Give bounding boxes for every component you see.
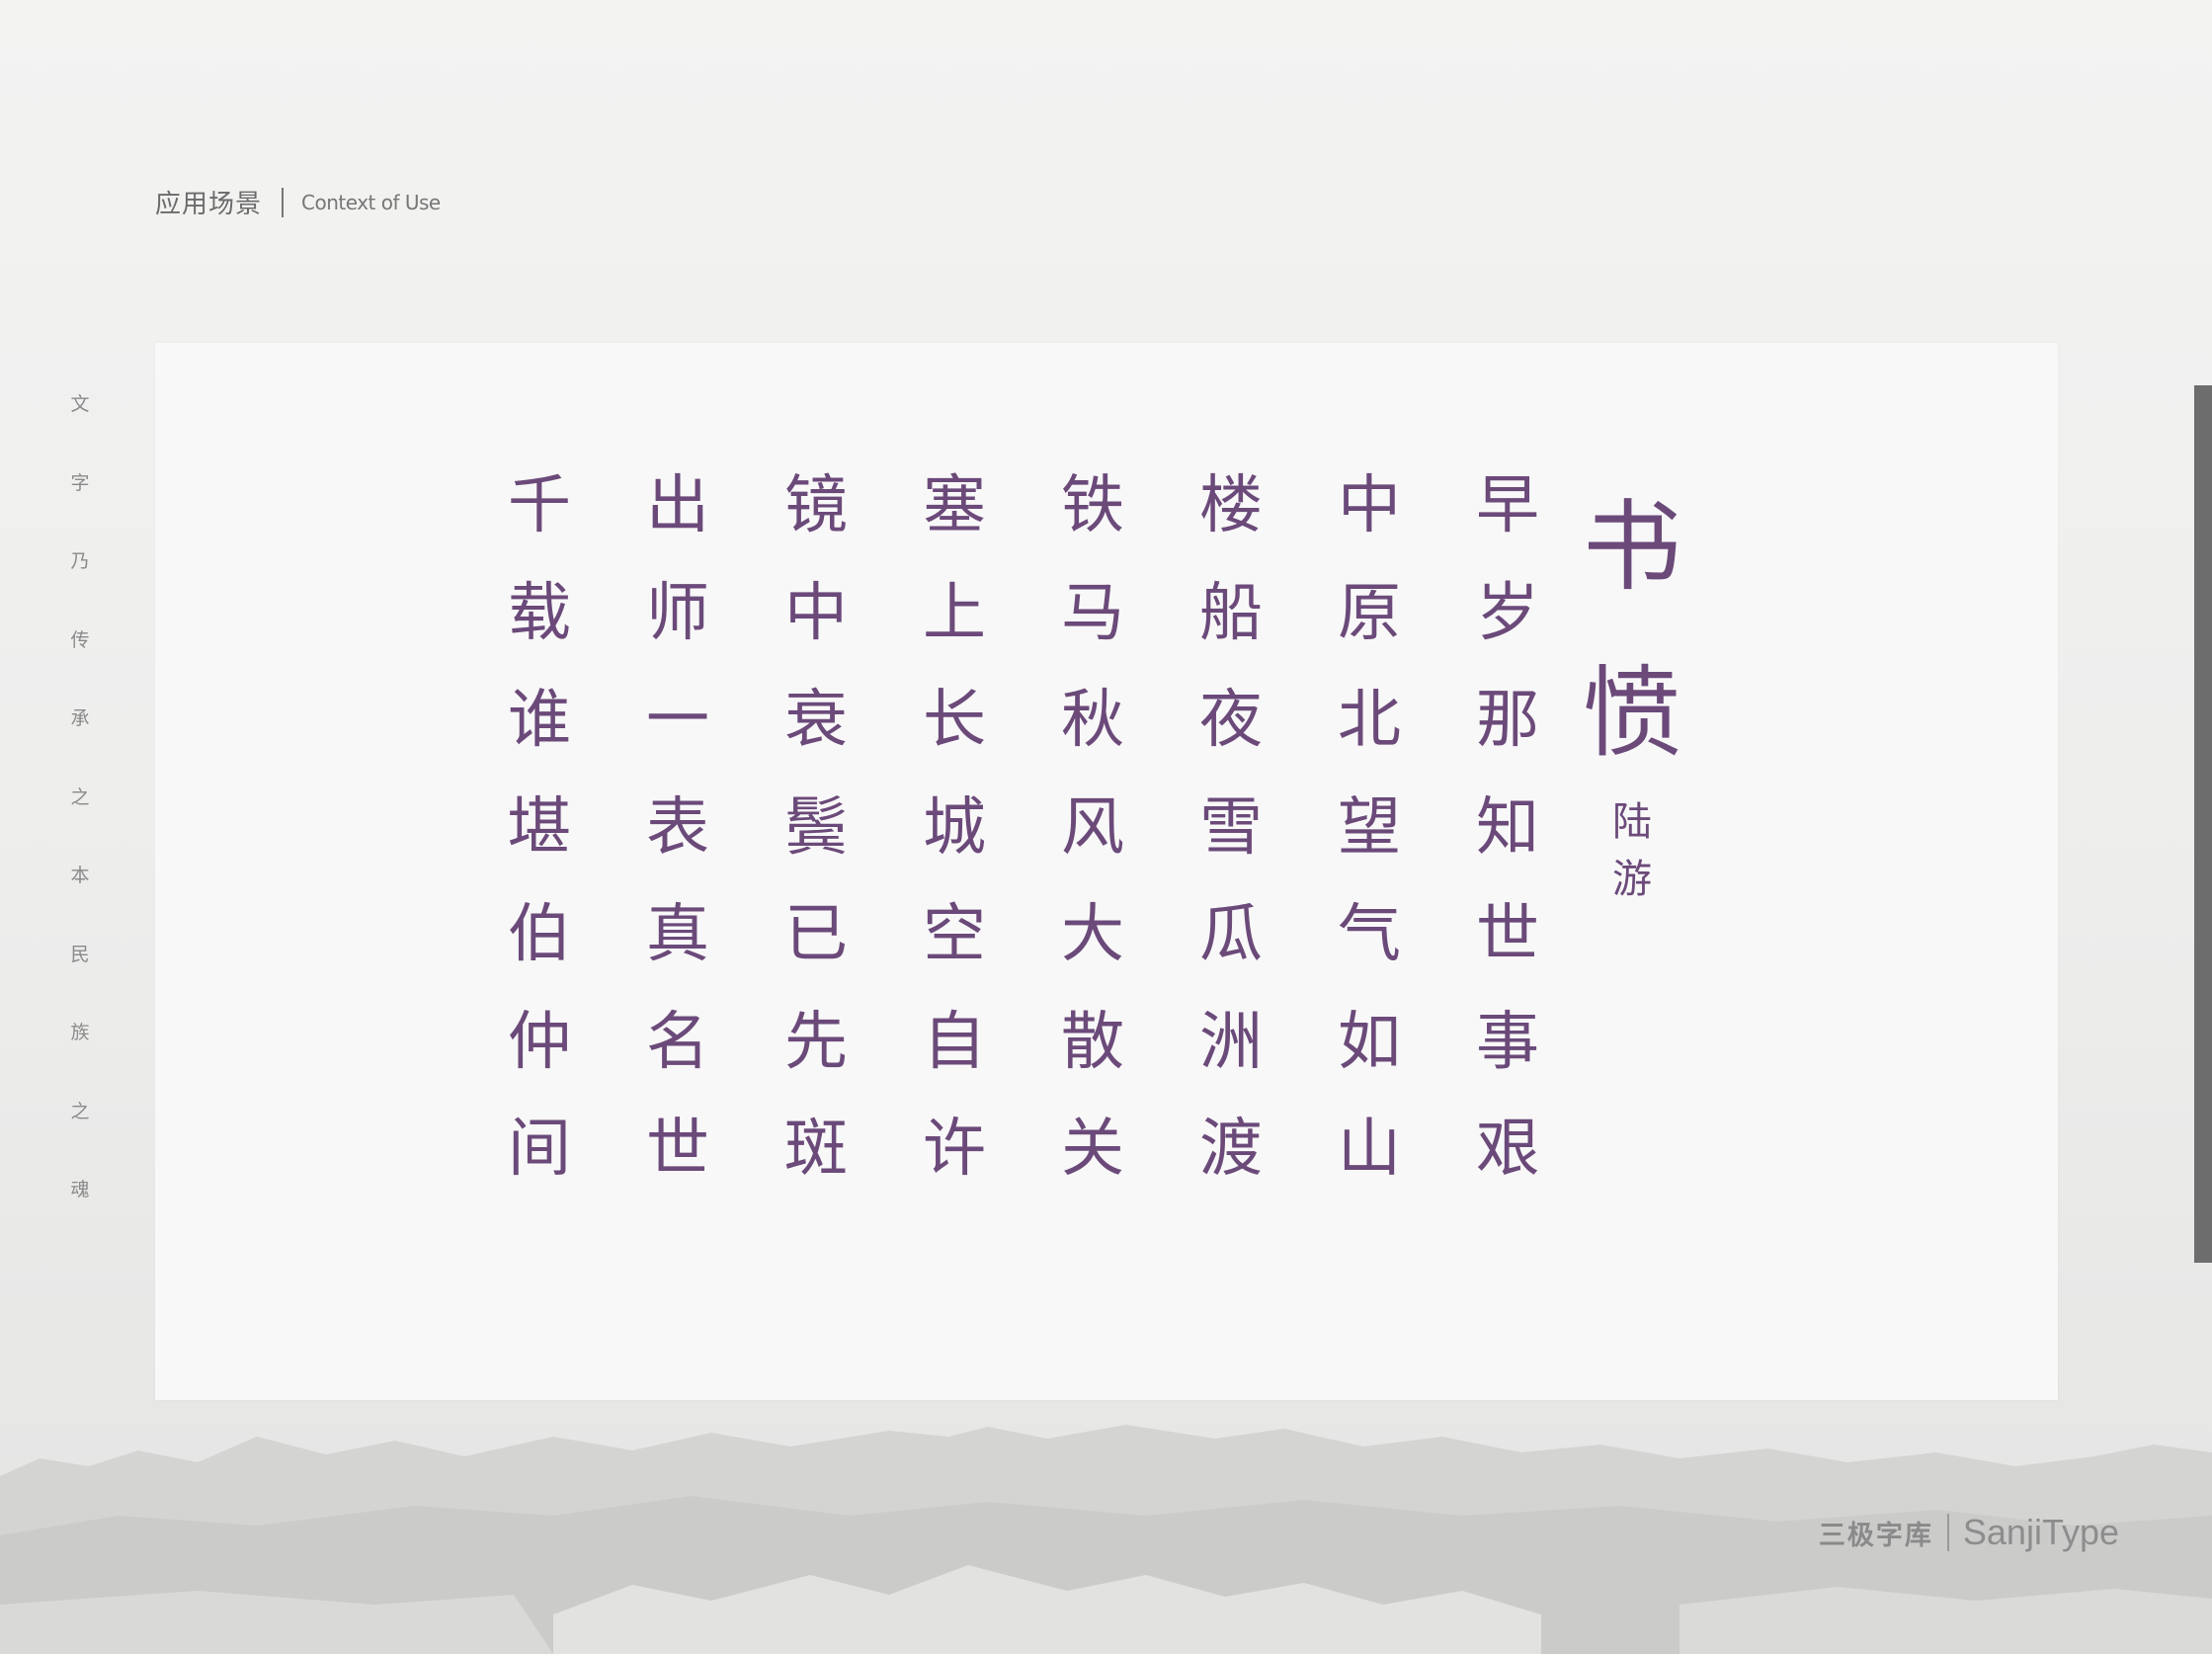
poem-char: 原 xyxy=(1338,576,1401,650)
poem-char: 仲 xyxy=(508,1005,571,1079)
poem-char: 望 xyxy=(1338,790,1401,865)
poem-column: 镜 中 衰 鬓 已 先 斑 xyxy=(767,464,865,1215)
brand-logo: 三极字库 SanjiType xyxy=(1819,1512,2119,1553)
poem-char: 瓜 xyxy=(1199,898,1263,971)
poem-char: 中 xyxy=(784,576,848,650)
poem-char: 风 xyxy=(1061,790,1124,865)
poem-char: 伯 xyxy=(508,898,571,971)
brand-divider xyxy=(1946,1514,1949,1551)
poem-char: 散 xyxy=(1061,1005,1124,1079)
poem-char: 船 xyxy=(1199,576,1263,650)
poem-char: 那 xyxy=(1476,684,1539,757)
poem-char: 中 xyxy=(1338,469,1401,542)
poem-char: 世 xyxy=(646,1113,709,1186)
scrollbar[interactable] xyxy=(2194,385,2212,1263)
poem-column: 早 岁 那 知 世 事 艰 xyxy=(1458,464,1557,1215)
poem-column: 塞 上 长 城 空 自 许 xyxy=(905,464,1004,1215)
poem-char: 堪 xyxy=(508,790,571,865)
poem-char: 斑 xyxy=(784,1113,848,1186)
poem-char: 世 xyxy=(1476,898,1539,971)
poem-char: 大 xyxy=(1061,898,1124,971)
brand-name-en: SanjiType xyxy=(1962,1512,2119,1552)
poem-char: 空 xyxy=(923,898,986,971)
poem-char: 城 xyxy=(923,790,986,865)
poem-char: 出 xyxy=(646,469,709,542)
poem-column: 楼 船 夜 雪 瓜 洲 渡 xyxy=(1182,464,1280,1215)
poem-char: 艰 xyxy=(1476,1113,1539,1186)
poem-char: 镜 xyxy=(784,469,848,542)
poem-char: 铁 xyxy=(1061,469,1124,542)
poem-char: 楼 xyxy=(1199,469,1263,542)
poem-char: 马 xyxy=(1061,576,1124,650)
poem-char: 间 xyxy=(508,1113,571,1186)
brand-name-zh: 三极字库 xyxy=(1818,1520,1933,1551)
poem-char: 自 xyxy=(923,1005,986,1079)
poem-char: 长 xyxy=(923,684,986,757)
poem-column: 中 原 北 望 气 如 山 xyxy=(1320,464,1419,1215)
poem-body: 早 岁 那 知 世 事 艰 中 原 北 望 气 如 山 楼 船 夜 雪 瓜 洲 … xyxy=(0,0,2212,1654)
poem-char: 谁 xyxy=(508,684,571,757)
poem-char: 事 xyxy=(1476,1005,1539,1079)
poem-char: 先 xyxy=(784,1005,848,1079)
poem-column: 出 师 一 表 真 名 世 xyxy=(628,464,727,1215)
poem-char: 已 xyxy=(784,898,848,971)
poem-char: 北 xyxy=(1338,684,1401,757)
poem-char: 名 xyxy=(646,1005,709,1079)
poem-char: 上 xyxy=(923,576,986,650)
poem-char: 渡 xyxy=(1199,1113,1263,1186)
poem-char: 秋 xyxy=(1061,684,1124,757)
poem-char: 许 xyxy=(923,1113,986,1186)
poem-char: 岁 xyxy=(1476,576,1539,650)
poem-char: 如 xyxy=(1338,1005,1401,1079)
poem-char: 鬓 xyxy=(784,790,848,865)
poem-char: 师 xyxy=(646,576,709,650)
poem-char: 塞 xyxy=(923,469,986,542)
poem-char: 真 xyxy=(646,898,709,971)
poem-char: 一 xyxy=(646,684,709,757)
poem-column: 铁 马 秋 风 大 散 关 xyxy=(1043,464,1142,1215)
poem-char: 知 xyxy=(1476,790,1539,865)
poem-char: 洲 xyxy=(1199,1005,1263,1079)
poem-char: 千 xyxy=(508,469,571,542)
poem-column: 千 载 谁 堪 伯 仲 间 xyxy=(490,464,589,1215)
poem-char: 关 xyxy=(1061,1113,1124,1186)
poem-char: 山 xyxy=(1338,1113,1401,1186)
poem-char: 夜 xyxy=(1199,684,1263,757)
poem-char: 气 xyxy=(1338,898,1401,971)
poem-char: 衰 xyxy=(784,684,848,757)
poem-char: 载 xyxy=(508,576,571,650)
poem-char: 雪 xyxy=(1199,790,1263,865)
poem-char: 早 xyxy=(1476,469,1539,542)
poem-char: 表 xyxy=(646,790,709,865)
